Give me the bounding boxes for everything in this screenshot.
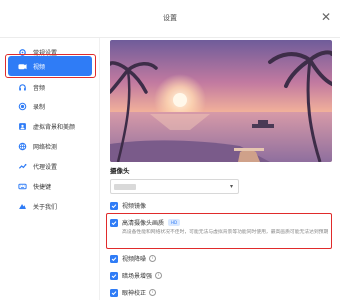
eye-correction-checkbox[interactable] bbox=[110, 288, 118, 297]
eye-correction-label: 眼神校正 bbox=[122, 290, 147, 297]
proxy-icon bbox=[18, 162, 27, 171]
denoise-label: 视频降噪 bbox=[122, 256, 147, 263]
active-item-highlight bbox=[5, 54, 96, 78]
settings-window: 设置 ✕ 常规设置 视频 音频 录制 虚拟背景和美颜 网络检测 代理设置 快捷键… bbox=[0, 0, 340, 300]
keyboard-icon bbox=[18, 182, 27, 191]
sidebar-item-about[interactable]: 关于我们 bbox=[8, 196, 92, 216]
sidebar-item-virtual-background[interactable]: 虚拟背景和美颜 bbox=[8, 116, 92, 136]
denoise-option: 视频降噪 i bbox=[110, 254, 157, 263]
low-light-checkbox[interactable] bbox=[110, 271, 118, 280]
chevron-down-icon: ▾ bbox=[229, 183, 233, 190]
camera-select-value bbox=[114, 184, 136, 190]
headset-icon bbox=[18, 83, 27, 92]
camera-preview bbox=[110, 40, 332, 162]
sidebar-item-proxy[interactable]: 代理设置 bbox=[8, 156, 92, 176]
eye-correction-option: 眼神校正 i bbox=[110, 288, 157, 297]
sidebar-item-shortcuts[interactable]: 快捷键 bbox=[8, 176, 92, 196]
info-icon[interactable]: i bbox=[149, 255, 157, 262]
camera-select[interactable]: ▾ bbox=[110, 179, 239, 194]
sidebar-item-label: 关于我们 bbox=[33, 203, 58, 211]
sidebar-item-label: 录制 bbox=[33, 103, 46, 111]
network-icon bbox=[18, 142, 27, 151]
denoise-checkbox[interactable] bbox=[110, 254, 118, 263]
sidebar-item-label: 网络检测 bbox=[33, 143, 58, 151]
mirror-label: 视频镜像 bbox=[122, 203, 147, 210]
low-light-option: 暗场景增强 i bbox=[110, 271, 163, 280]
low-light-label: 暗场景增强 bbox=[122, 273, 153, 280]
sidebar-item-audio[interactable]: 音频 bbox=[8, 77, 92, 97]
hd-option-highlight bbox=[106, 213, 332, 249]
close-icon[interactable]: ✕ bbox=[321, 11, 331, 23]
sidebar-item-record[interactable]: 录制 bbox=[8, 96, 92, 116]
sidebar-item-network[interactable]: 网络检测 bbox=[8, 136, 92, 156]
portrait-icon bbox=[18, 122, 27, 131]
sidebar-item-label: 快捷键 bbox=[33, 183, 52, 191]
record-icon bbox=[18, 102, 27, 111]
sidebar-item-label: 代理设置 bbox=[33, 163, 58, 171]
sidebar-item-label: 音频 bbox=[33, 84, 46, 92]
info-icon[interactable]: i bbox=[149, 289, 157, 296]
mirror-option: 视频镜像 bbox=[110, 201, 146, 210]
info-icon bbox=[18, 202, 27, 211]
info-icon[interactable]: i bbox=[155, 272, 163, 279]
mirror-checkbox[interactable] bbox=[110, 201, 118, 210]
camera-section-title: 摄像头 bbox=[110, 167, 130, 175]
title-bar: 设置 ✕ bbox=[0, 0, 340, 38]
video-settings-panel: 摄像头 ▾ 视频镜像 高清摄像头画质 HD 高设备性能和网络状况不佳时，可能无法… bbox=[100, 38, 340, 300]
camera-preview-image bbox=[110, 40, 332, 162]
window-title: 设置 bbox=[163, 14, 177, 22]
sidebar-item-label: 虚拟背景和美颜 bbox=[33, 123, 76, 131]
